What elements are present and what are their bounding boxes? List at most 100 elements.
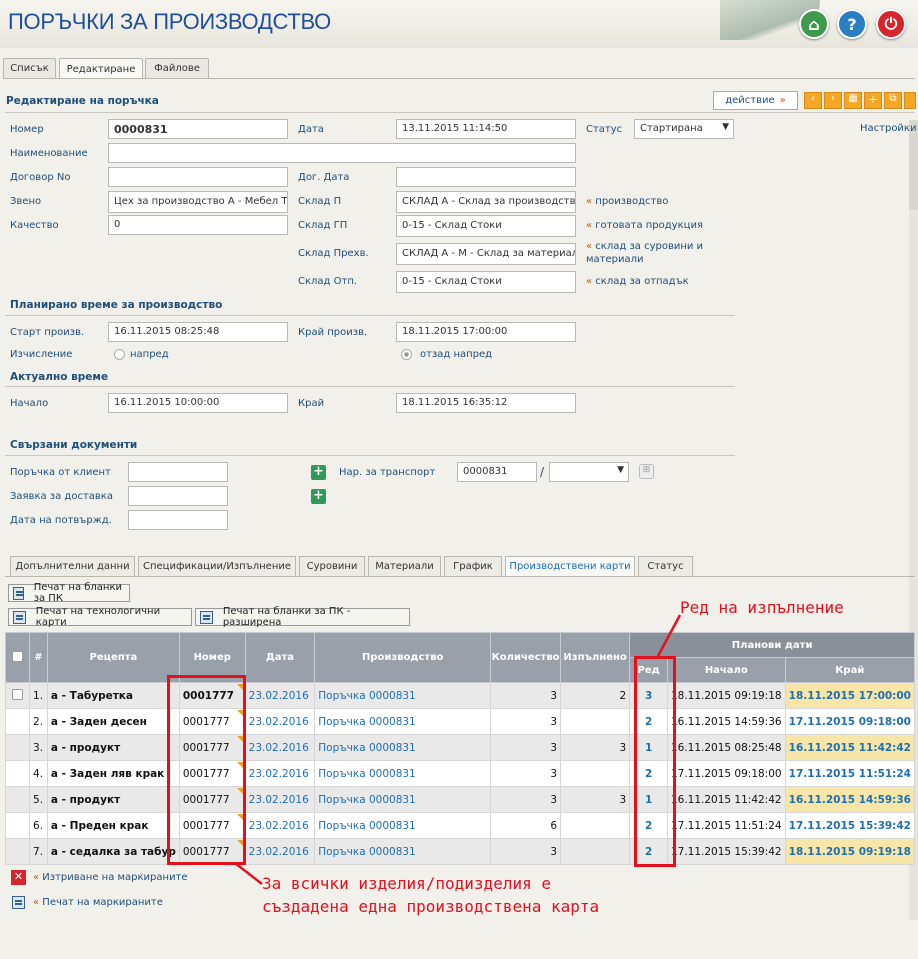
row-date[interactable]: 23.02.2016 xyxy=(244,734,316,761)
col-production[interactable]: Производство xyxy=(314,632,492,683)
row-date[interactable]: 23.02.2016 xyxy=(244,786,316,813)
planned-end-field[interactable]: 18.11.2015 17:00:00 xyxy=(396,322,576,342)
quality-field[interactable]: 0 xyxy=(108,215,288,235)
delete-icon[interactable]: ✕ xyxy=(11,870,26,885)
table-row[interactable]: 6. а - Преден крак 0001777 23.02.2016 Поръчк… xyxy=(4,812,916,839)
planned-start-field[interactable]: 16.11.2015 08:25:48 xyxy=(108,322,288,342)
row-production-link[interactable]: Поръчка 0000831 xyxy=(314,734,492,761)
row-checkbox[interactable] xyxy=(12,688,24,700)
table-row[interactable]: 4. а - Заден ляв крак 0001777 23.02.2016 Пор… xyxy=(4,760,916,787)
printer-icon xyxy=(13,586,24,600)
next-icon[interactable]: › xyxy=(824,92,842,109)
subtab-materials[interactable]: Материали xyxy=(368,556,441,576)
row-select-cell[interactable] xyxy=(4,786,31,813)
client-order-field[interactable] xyxy=(128,462,228,482)
table-row[interactable]: 7. а - седалка за табур 0001777 23.02.2016 П… xyxy=(4,838,916,865)
row-date[interactable]: 23.02.2016 xyxy=(244,760,316,787)
row-select-cell[interactable] xyxy=(4,708,31,735)
prev-icon[interactable]: ‹ xyxy=(804,92,822,109)
add-icon[interactable]: + xyxy=(864,92,882,109)
contract-field[interactable] xyxy=(108,167,288,187)
subtab-schedule[interactable]: График xyxy=(444,556,502,576)
select-all-checkbox[interactable] xyxy=(12,650,24,662)
number-field[interactable]: 0000831 xyxy=(108,119,288,139)
row-production-link[interactable]: Поръчка 0000831 xyxy=(314,812,492,839)
row-date[interactable]: 23.02.2016 xyxy=(244,682,316,709)
subtab-additional[interactable]: Допълнителни данни xyxy=(10,556,135,576)
home-icon[interactable]: ⌂ xyxy=(799,9,829,39)
actual-start-field[interactable]: 16.11.2015 10:00:00 xyxy=(108,393,288,413)
print-blanks-ext-button[interactable]: Печат на бланки за ПК - разширена xyxy=(195,606,410,628)
row-select-cell[interactable] xyxy=(4,682,31,709)
tab-edit[interactable]: Редактиране xyxy=(59,58,143,79)
col-start[interactable]: Начало xyxy=(666,657,786,683)
action-button[interactable]: действие » xyxy=(713,91,798,110)
row-quantity: 3 xyxy=(490,760,561,787)
row-production-link[interactable]: Поръчка 0000831 xyxy=(314,708,492,735)
subtab-specs[interactable]: Спецификации/Изпълнение xyxy=(138,556,296,576)
select-all-header[interactable] xyxy=(4,632,31,683)
col-date[interactable]: Дата xyxy=(244,632,316,683)
col-end[interactable]: Край xyxy=(784,657,916,683)
table-row[interactable]: 1. а - Табуретка 0001777 23.02.2016 Поръчка … xyxy=(4,682,916,709)
row-production-link[interactable]: Поръчка 0000831 xyxy=(314,838,492,865)
subtab-production-cards[interactable]: Производствени карти xyxy=(505,556,635,576)
row-production-link[interactable]: Поръчка 0000831 xyxy=(314,682,492,709)
status-select[interactable]: Стартирана ▼ xyxy=(634,119,734,139)
row-production-link[interactable]: Поръчка 0000831 xyxy=(314,786,492,813)
link-raw-materials[interactable]: « склад за суровини и материали xyxy=(586,240,706,266)
row-select-cell[interactable] xyxy=(4,760,31,787)
add-supply-icon[interactable]: + xyxy=(311,489,326,504)
printer-icon[interactable] xyxy=(12,896,25,909)
add-client-order-icon[interactable]: + xyxy=(311,465,326,480)
col-done[interactable]: Изпълнено xyxy=(559,632,631,683)
grid-icon[interactable]: ▦ xyxy=(844,92,862,109)
settings-link[interactable]: Настройки xyxy=(860,123,916,134)
wh-waste-field[interactable]: 0-15 - Склад Стоки xyxy=(396,271,576,293)
subtab-raw[interactable]: Суровини xyxy=(299,556,365,576)
wh-p-field[interactable]: СКЛАД А - Склад за производство xyxy=(396,191,576,213)
name-field[interactable] xyxy=(108,143,576,163)
radio-backward[interactable] xyxy=(401,349,412,360)
browse-icon[interactable]: ⊞ xyxy=(639,464,654,479)
confirm-date-field[interactable] xyxy=(128,510,228,530)
col-recipe[interactable]: Рецепта xyxy=(46,632,180,683)
wh-gp-field[interactable]: 0-15 - Склад Стоки xyxy=(396,215,576,237)
date-field[interactable]: 13.11.2015 11:14:50 xyxy=(396,119,576,139)
row-select-cell[interactable] xyxy=(4,734,31,761)
row-date[interactable]: 23.02.2016 xyxy=(244,812,316,839)
link-waste[interactable]: « склад за отпадък xyxy=(586,276,689,287)
delete-marked-link[interactable]: « Изтриване на маркираните xyxy=(33,872,188,883)
col-hash: # xyxy=(29,632,48,683)
subtab-status[interactable]: Статус xyxy=(638,556,693,576)
row-date[interactable]: 23.02.2016 xyxy=(244,708,316,735)
transport-field[interactable]: 0000831 xyxy=(457,462,537,482)
help-icon[interactable]: ? xyxy=(837,9,867,39)
row-select-cell[interactable] xyxy=(4,838,31,865)
tab-files[interactable]: Файлове xyxy=(145,58,209,78)
wh-transfer-field[interactable]: СКЛАД А - М - Склад за материал xyxy=(396,243,576,265)
print-tech-button[interactable]: Печат на технологични карти xyxy=(8,606,192,628)
print-marked-link[interactable]: « Печат на маркираните xyxy=(33,897,163,908)
table-row[interactable]: 3. а - продукт 0001777 23.02.2016 Поръчка 00… xyxy=(4,734,916,761)
power-icon[interactable]: ⏻ xyxy=(876,9,906,39)
table-row[interactable]: 5. а - продукт 0001777 23.02.2016 Поръчка 00… xyxy=(4,786,916,813)
actual-end-field[interactable]: 18.11.2015 16:35:12 xyxy=(396,393,576,413)
planned-start-label: Старт произв. xyxy=(10,327,85,338)
col-quantity[interactable]: Количество xyxy=(490,632,561,683)
print-blanks-button[interactable]: Печат на бланки за ПК xyxy=(8,582,130,604)
link-finished-goods[interactable]: « готовата продукция xyxy=(586,220,703,231)
transport-select[interactable]: ▼ xyxy=(549,462,629,482)
row-select-cell[interactable] xyxy=(4,812,31,839)
link-production[interactable]: « производство xyxy=(586,196,668,207)
row-production-link[interactable]: Поръчка 0000831 xyxy=(314,760,492,787)
table-row[interactable]: 2. а - Заден десен 0001777 23.02.2016 Поръчк… xyxy=(4,708,916,735)
more-icon[interactable] xyxy=(904,92,916,109)
contract-date-field[interactable] xyxy=(396,167,576,187)
quality-label: Качество xyxy=(10,220,59,231)
radio-forward[interactable] xyxy=(114,349,125,360)
copy-icon[interactable]: ⧉ xyxy=(884,92,902,109)
supply-field[interactable] xyxy=(128,486,228,506)
tab-list[interactable]: Списък xyxy=(3,58,56,78)
unit-field[interactable]: Цех за производство А - Мебел Т xyxy=(108,191,288,213)
